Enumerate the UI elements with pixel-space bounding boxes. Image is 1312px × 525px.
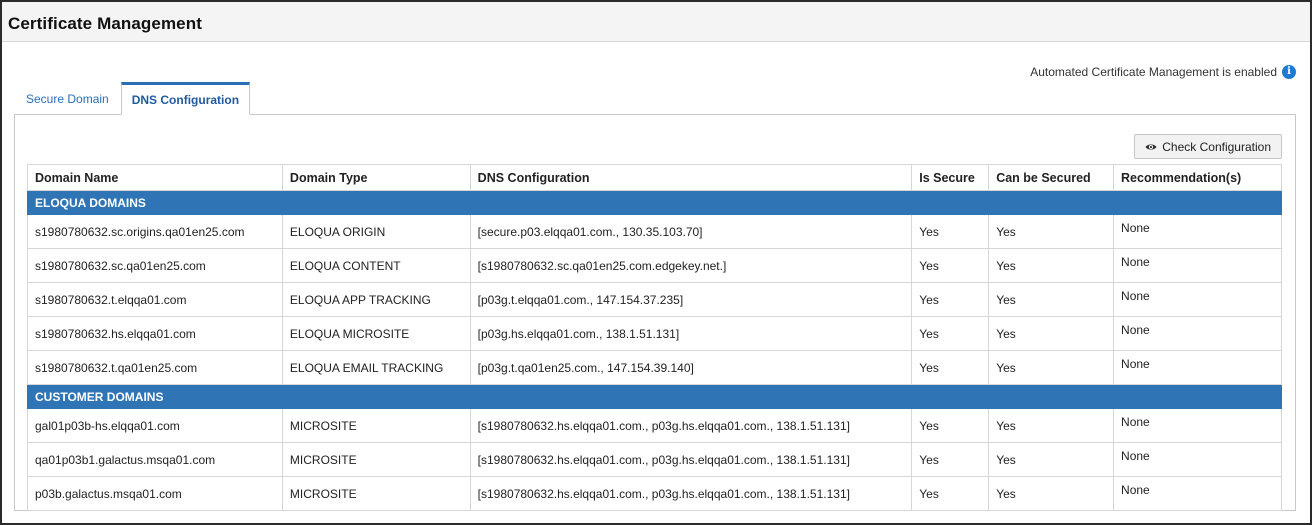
- table-row[interactable]: s1980780632.hs.elqqa01.com ELOQUA MICROS…: [27, 316, 1282, 351]
- tab-dns-configuration[interactable]: DNS Configuration: [120, 82, 251, 115]
- domain-name-cell: qa01p03b1.galactus.msqa01.com: [27, 442, 283, 477]
- domain-name-cell: s1980780632.sc.qa01en25.com: [27, 248, 283, 283]
- eye-icon: [1145, 143, 1157, 150]
- is-secure-cell: Yes: [911, 282, 990, 317]
- domain-type-cell: MICROSITE: [281, 408, 471, 443]
- can-be-secured-cell: Yes: [988, 350, 1115, 385]
- domain-type-cell: MICROSITE: [281, 442, 471, 477]
- recommendation-cell: None: [1113, 476, 1282, 511]
- domain-name-cell: s1980780632.t.elqqa01.com: [27, 282, 283, 317]
- dns-config-cell: [p03g.hs.elqqa01.com., 138.1.51.131]: [469, 316, 913, 351]
- domain-type-cell: ELOQUA CONTENT: [281, 248, 471, 283]
- group-label: ELOQUA DOMAINS: [27, 190, 1282, 215]
- domain-type-cell: ELOQUA APP TRACKING: [281, 282, 471, 317]
- column-header-domain-name[interactable]: Domain Name: [27, 164, 283, 191]
- recommendation-cell: None: [1113, 442, 1282, 477]
- table-header-row: Domain Name Domain Type DNS Configuratio…: [27, 164, 1282, 191]
- table-row[interactable]: s1980780632.sc.origins.qa01en25.com ELOQ…: [27, 214, 1282, 249]
- column-header-domain-type[interactable]: Domain Type: [281, 164, 471, 191]
- page-title: Certificate Management: [8, 14, 202, 33]
- table-row[interactable]: p03b.galactus.msqa01.com MICROSITE [s198…: [27, 476, 1282, 511]
- domain-name-cell: s1980780632.hs.elqqa01.com: [27, 316, 283, 351]
- can-be-secured-cell: Yes: [988, 214, 1115, 249]
- domain-name-cell: s1980780632.sc.origins.qa01en25.com: [27, 214, 283, 249]
- dns-config-cell: [p03g.t.qa01en25.com., 147.154.39.140]: [469, 350, 913, 385]
- is-secure-cell: Yes: [911, 476, 990, 511]
- column-header-can-be-secured[interactable]: Can be Secured: [988, 164, 1115, 191]
- check-configuration-button[interactable]: Check Configuration: [1134, 134, 1282, 159]
- column-header-is-secure[interactable]: Is Secure: [911, 164, 990, 191]
- info-icon[interactable]: i: [1282, 65, 1296, 79]
- is-secure-cell: Yes: [911, 248, 990, 283]
- recommendation-cell: None: [1113, 350, 1282, 385]
- check-configuration-label: Check Configuration: [1162, 139, 1271, 154]
- tab-bar: Secure Domain DNS Configuration: [16, 82, 251, 115]
- domain-type-cell: ELOQUA MICROSITE: [281, 316, 471, 351]
- can-be-secured-cell: Yes: [988, 476, 1115, 511]
- dns-config-cell: [s1980780632.hs.elqqa01.com., p03g.hs.el…: [469, 408, 913, 443]
- can-be-secured-cell: Yes: [988, 282, 1115, 317]
- domain-name-cell: p03b.galactus.msqa01.com: [27, 476, 283, 511]
- group-label: CUSTOMER DOMAINS: [27, 384, 1282, 409]
- table-row[interactable]: s1980780632.sc.qa01en25.com ELOQUA CONTE…: [27, 248, 1282, 283]
- dns-config-cell: [secure.p03.elqqa01.com., 130.35.103.70]: [469, 214, 913, 249]
- is-secure-cell: Yes: [911, 350, 990, 385]
- can-be-secured-cell: Yes: [988, 442, 1115, 477]
- dns-configuration-panel: Check Configuration Domain Name Domain T…: [14, 114, 1296, 511]
- dns-table: Domain Name Domain Type DNS Configuratio…: [27, 164, 1282, 511]
- recommendation-cell: None: [1113, 248, 1282, 283]
- page-header: Certificate Management: [2, 2, 1310, 42]
- dns-config-cell: [s1980780632.sc.qa01en25.com.edgekey.net…: [469, 248, 913, 283]
- tab-secure-domain[interactable]: Secure Domain: [16, 82, 119, 115]
- is-secure-cell: Yes: [911, 316, 990, 351]
- can-be-secured-cell: Yes: [988, 408, 1115, 443]
- group-row-eloqua-domains: ELOQUA DOMAINS: [27, 190, 1282, 215]
- table-row[interactable]: s1980780632.t.elqqa01.com ELOQUA APP TRA…: [27, 282, 1282, 317]
- column-header-recommendations[interactable]: Recommendation(s): [1113, 164, 1282, 191]
- is-secure-cell: Yes: [911, 442, 990, 477]
- is-secure-cell: Yes: [911, 214, 990, 249]
- table-row[interactable]: s1980780632.t.qa01en25.com ELOQUA EMAIL …: [27, 350, 1282, 385]
- column-header-dns-configuration[interactable]: DNS Configuration: [469, 164, 913, 191]
- top-bar: Automated Certificate Management is enab…: [2, 42, 1310, 115]
- recommendation-cell: None: [1113, 316, 1282, 351]
- dns-config-cell: [p03g.t.elqqa01.com., 147.154.37.235]: [469, 282, 913, 317]
- domain-name-cell: s1980780632.t.qa01en25.com: [27, 350, 283, 385]
- automation-status: Automated Certificate Management is enab…: [1030, 65, 1296, 79]
- can-be-secured-cell: Yes: [988, 316, 1115, 351]
- table-row[interactable]: gal01p03b-hs.elqqa01.com MICROSITE [s198…: [27, 408, 1282, 443]
- domain-type-cell: ELOQUA ORIGIN: [281, 214, 471, 249]
- is-secure-cell: Yes: [911, 408, 990, 443]
- automation-status-text: Automated Certificate Management is enab…: [1030, 65, 1277, 79]
- can-be-secured-cell: Yes: [988, 248, 1115, 283]
- group-row-customer-domains: CUSTOMER DOMAINS: [27, 384, 1282, 409]
- recommendation-cell: None: [1113, 282, 1282, 317]
- domain-type-cell: ELOQUA EMAIL TRACKING: [281, 350, 471, 385]
- domain-type-cell: MICROSITE: [281, 476, 471, 511]
- dns-config-cell: [s1980780632.hs.elqqa01.com., p03g.hs.el…: [469, 442, 913, 477]
- dns-config-cell: [s1980780632.hs.elqqa01.com., p03g.hs.el…: [469, 476, 913, 511]
- recommendation-cell: None: [1113, 408, 1282, 443]
- table-row[interactable]: qa01p03b1.galactus.msqa01.com MICROSITE …: [27, 442, 1282, 477]
- recommendation-cell: None: [1113, 214, 1282, 249]
- domain-name-cell: gal01p03b-hs.elqqa01.com: [27, 408, 283, 443]
